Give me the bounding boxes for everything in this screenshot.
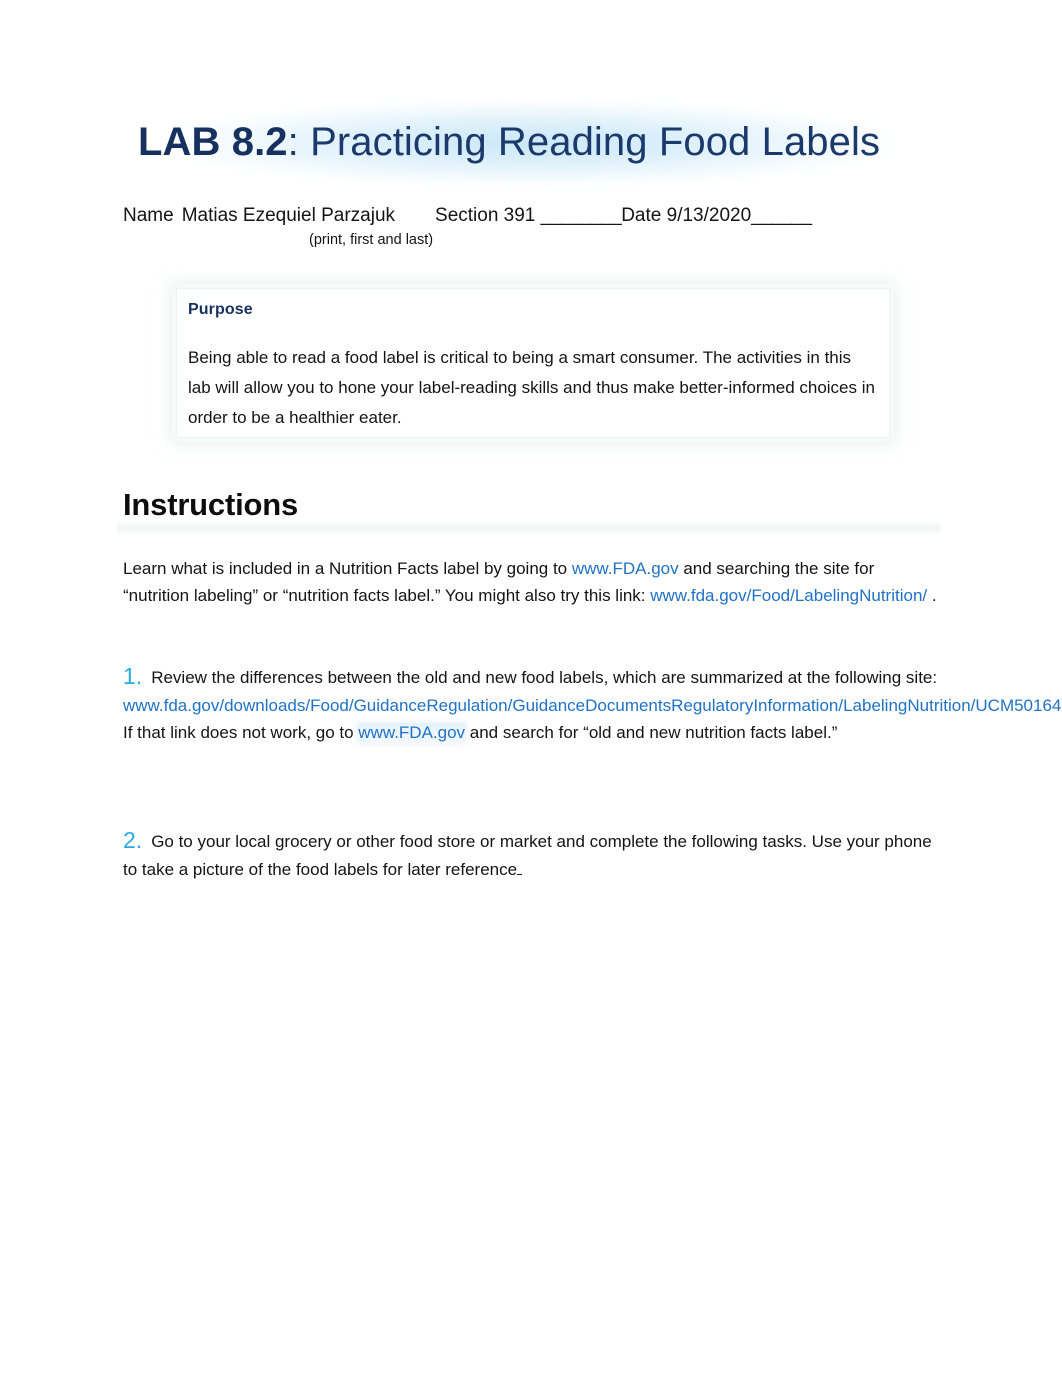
document-page: LAB 8.2: Practicing Reading Food Labels … [0, 0, 1062, 1377]
item1-text-part-1: Review the differences between the old a… [151, 668, 938, 687]
list-number-1: 1. [123, 663, 143, 689]
fda-gov-link-alt[interactable]: www.FDA.gov [358, 723, 466, 742]
instructions-heading: Instructions [123, 487, 299, 522]
item2-trailing-underline [517, 858, 523, 875]
ucm501646-pdf-link[interactable]: www.fda.gov/downloads/Food/GuidanceRegul… [123, 696, 1062, 715]
intro-text-part-3: . [927, 586, 937, 605]
page-title: LAB 8.2: Practicing Reading Food Labels [138, 110, 880, 174]
section-label: Section [435, 205, 499, 226]
instructions-heading-rule [117, 523, 941, 534]
section-value[interactable]: 391 [504, 205, 536, 226]
fda-gov-link[interactable]: www.FDA.gov [572, 559, 679, 578]
purpose-callout-box: Purpose Being able to read a food label … [176, 288, 890, 438]
name-label: Name [123, 205, 174, 226]
purpose-body-text: Being able to read a food label is criti… [188, 348, 875, 427]
date-value[interactable]: 9/13/2020 [667, 205, 752, 226]
intro-text-part-1: Learn what is included in a Nutrition Fa… [123, 559, 572, 578]
section-blank-rule: ________ [540, 205, 622, 226]
list-number-2: 2. [123, 827, 143, 853]
instructions-intro-paragraph: Learn what is included in a Nutrition Fa… [123, 555, 941, 609]
page-title-lab-number: LAB 8.2 [138, 120, 288, 164]
item1-text-part-3: and search for “old and new nutrition fa… [465, 723, 838, 742]
instruction-item-1: 1. Review the differences between the old… [123, 663, 1062, 747]
page-title-subject: : Practicing Reading Food Labels [287, 120, 881, 164]
print-instruction-note: (print, first and last) [309, 232, 434, 248]
identity-line: Name Matias Ezequiel Parzajuk Section 391 … [123, 203, 812, 229]
page-title-block: LAB 8.2: Practicing Reading Food Labels [112, 102, 947, 184]
name-value[interactable]: Matias Ezequiel Parzajuk [182, 205, 395, 226]
date-label: Date [621, 205, 662, 226]
purpose-heading: Purpose [188, 301, 253, 318]
instruction-item-2: 2. Go to your local grocery or other food… [123, 828, 941, 883]
item2-text: Go to your local grocery or other food s… [123, 832, 932, 879]
date-blank-rule: ______ [751, 205, 812, 226]
labeling-nutrition-link[interactable]: www.fda.gov/Food/LabelingNutrition/ [650, 586, 927, 605]
